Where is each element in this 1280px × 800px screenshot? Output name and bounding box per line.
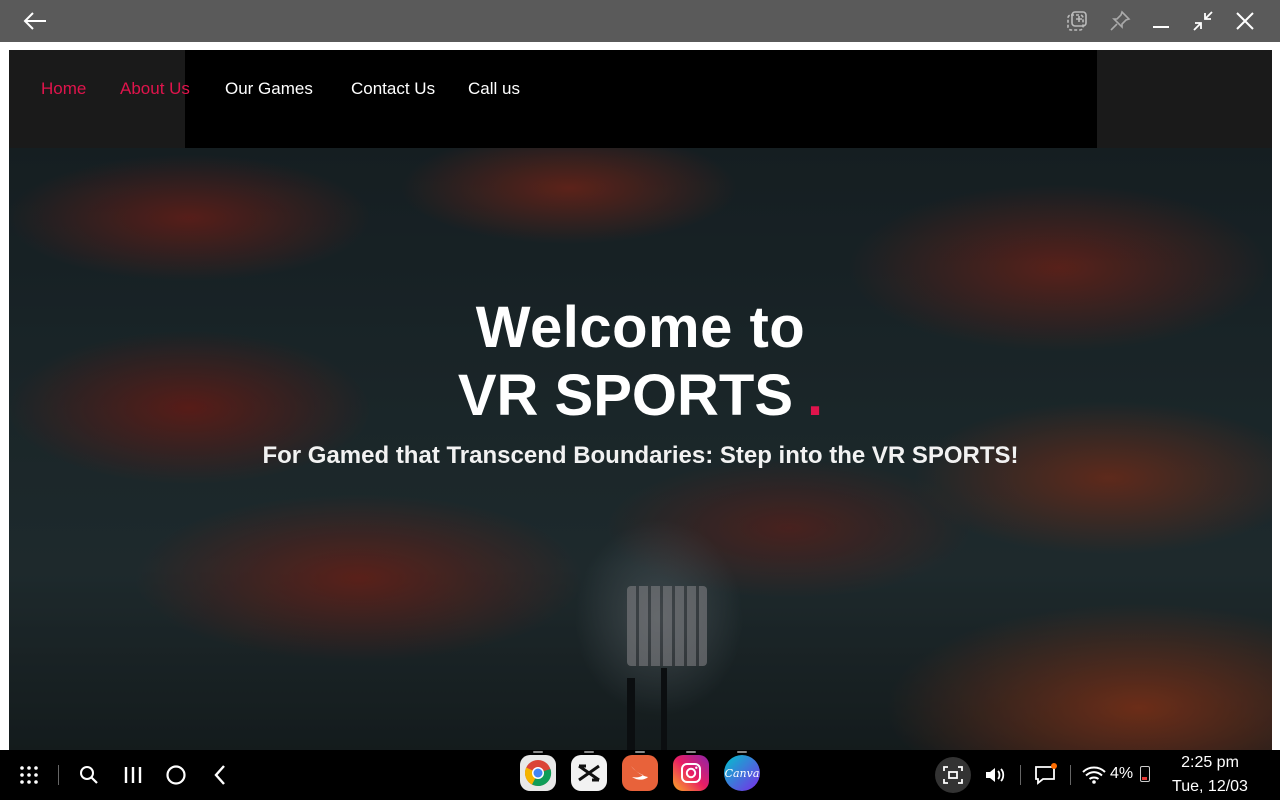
home-icon[interactable]	[163, 762, 189, 788]
volume-icon[interactable]	[982, 762, 1008, 788]
exit-fullscreen-icon[interactable]	[1190, 8, 1216, 34]
notifications-icon[interactable]	[1032, 762, 1058, 788]
clock-time[interactable]: 2:25 pm	[1160, 754, 1260, 772]
tray-divider	[1070, 765, 1071, 785]
back-nav-icon[interactable]	[207, 762, 233, 788]
hero-title-line1: Welcome to	[475, 295, 806, 360]
nav-about-us-link[interactable]: About Us	[120, 79, 190, 99]
tray-divider	[1020, 765, 1021, 785]
running-indicator	[686, 751, 696, 753]
nav-our-games-link[interactable]: Our Games	[225, 79, 313, 99]
recent-apps-icon[interactable]	[120, 762, 146, 788]
navbar-dark-panel	[185, 50, 1097, 148]
running-indicator	[737, 751, 747, 753]
running-indicator	[533, 751, 543, 753]
screenshot-icon[interactable]	[935, 757, 971, 793]
swift-app-icon[interactable]	[622, 755, 658, 791]
nav-contact-us-link[interactable]: Contact Us	[351, 79, 435, 99]
running-indicator	[635, 751, 645, 753]
chrome-app-icon[interactable]	[520, 755, 556, 791]
battery-icon	[1140, 766, 1150, 782]
window-frame	[0, 42, 1280, 50]
canva-app-icon[interactable]: Canva	[724, 755, 760, 791]
battery-level	[1142, 777, 1147, 780]
taskbar-divider	[58, 765, 59, 785]
instagram-app-icon[interactable]	[673, 755, 709, 791]
close-icon[interactable]	[1232, 8, 1258, 34]
hero-subtitle: For Gamed that Transcend Boundaries: Ste…	[262, 442, 1019, 469]
window-frame-right	[1272, 50, 1280, 750]
hero-section: Welcome to VR SPORTS. For Gamed that Tra…	[9, 148, 1272, 750]
nav-home-link[interactable]: Home	[41, 79, 86, 99]
battery-percent: 4%	[1110, 765, 1134, 782]
pin-icon[interactable]	[1107, 8, 1133, 34]
apps-grid-icon[interactable]	[16, 762, 42, 788]
minimize-icon[interactable]	[1148, 8, 1174, 34]
clock-date[interactable]: Tue, 12/03	[1160, 778, 1260, 796]
window-frame-left	[0, 50, 9, 750]
capcut-app-icon[interactable]	[571, 755, 607, 791]
nav-call-us-link[interactable]: Call us	[468, 79, 520, 99]
back-arrow-icon[interactable]	[22, 8, 48, 34]
hero-accent-dot: .	[807, 363, 824, 428]
hero-brand-name: VR SPORTS	[457, 363, 794, 428]
web-page: Home About Us Our Games Contact Us Call …	[9, 50, 1272, 750]
window-titlebar	[0, 0, 1280, 42]
wifi-icon[interactable]	[1080, 762, 1108, 788]
site-navbar: Home About Us Our Games Contact Us Call …	[9, 50, 1272, 148]
running-indicator	[584, 751, 594, 753]
search-icon[interactable]	[76, 762, 102, 788]
window-snap-icon[interactable]	[1064, 8, 1090, 34]
hero-title-line2: VR SPORTS.	[9, 362, 1272, 429]
